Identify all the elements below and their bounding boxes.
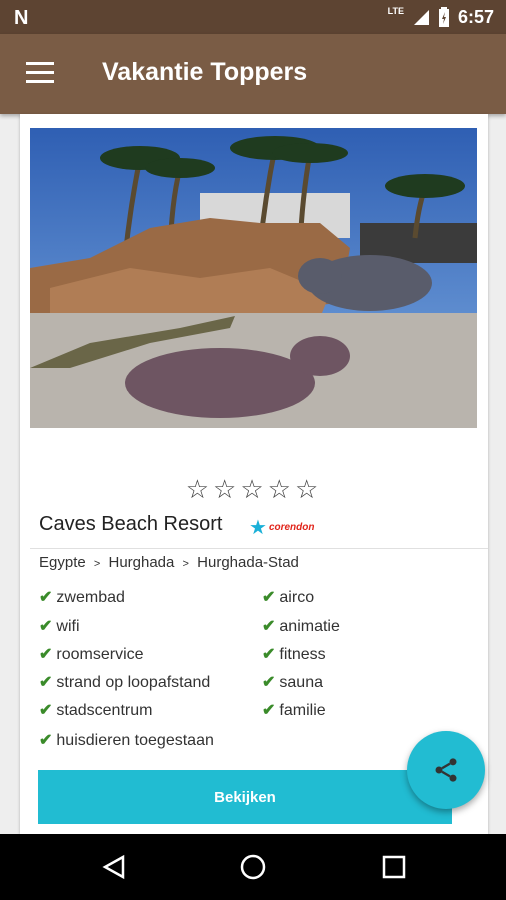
view-button[interactable]: Bekijken <box>38 770 452 824</box>
check-icon: ✔ <box>262 702 276 719</box>
feature-item: ✔ fitness <box>262 644 326 664</box>
brand-logo: ★ corendon <box>249 515 315 540</box>
feature-label: huisdieren toegestaan <box>56 732 214 749</box>
feature-label: sauna <box>279 674 323 691</box>
breadcrumb-city: Hurghada-Stad <box>197 554 299 571</box>
check-icon: ✔ <box>262 646 276 663</box>
brand-star-icon: ★ <box>249 517 267 539</box>
feature-item: ✔ familie <box>262 700 326 720</box>
divider <box>30 548 488 549</box>
feature-item: ✔ strand op loopafstand <box>39 672 210 692</box>
hotel-card: ☆☆☆☆☆ Caves Beach Resort ★ corendon Egyp… <box>20 114 488 834</box>
feature-item: ✔ airco <box>262 587 314 607</box>
hotel-photo[interactable] <box>30 128 477 428</box>
status-bar: N LTE 6:57 <box>0 0 506 34</box>
breadcrumb: Egypte > Hurghada > Hurghada-Stad <box>39 554 299 571</box>
feature-label: animatie <box>279 618 340 635</box>
status-icons: LTE 6:57 <box>388 0 494 34</box>
breadcrumb-region: Hurghada <box>108 554 175 571</box>
feature-item: ✔ huisdieren toegestaan <box>39 730 214 750</box>
feature-item: ✔ animatie <box>262 616 340 636</box>
feature-label: airco <box>279 589 315 606</box>
feature-label: stadscentrum <box>56 702 153 719</box>
check-icon: ✔ <box>39 589 53 606</box>
breadcrumb-separator: > <box>182 558 189 570</box>
hotel-name: Caves Beach Resort <box>39 513 223 535</box>
check-icon: ✔ <box>39 732 53 749</box>
home-icon[interactable] <box>240 854 266 880</box>
check-icon: ✔ <box>262 589 276 606</box>
feature-label: zwembad <box>56 589 125 606</box>
feature-label: strand op loopafstand <box>56 674 211 691</box>
feature-item: ✔ zwembad <box>39 587 125 607</box>
brand-name: corendon <box>268 522 315 533</box>
feature-item: ✔ stadscentrum <box>39 700 152 720</box>
check-icon: ✔ <box>39 702 53 719</box>
feature-label: roomservice <box>56 646 144 663</box>
lte-label: LTE <box>387 6 404 16</box>
feature-item: ✔ sauna <box>262 672 323 692</box>
rating-stars: ☆☆☆☆☆ <box>185 474 323 504</box>
feature-item: ✔ wifi <box>39 616 80 636</box>
feature-label: fitness <box>279 646 326 663</box>
share-button[interactable] <box>407 731 485 809</box>
recent-apps-icon[interactable] <box>382 855 406 879</box>
app-bar: Vakantie Toppers <box>0 34 506 114</box>
feature-label: wifi <box>56 618 80 635</box>
battery-icon <box>438 7 449 27</box>
notification-n-icon: N <box>14 7 29 29</box>
signal-icon <box>413 10 429 25</box>
check-icon: ✔ <box>262 618 276 635</box>
check-icon: ✔ <box>39 646 53 663</box>
share-icon <box>435 758 457 782</box>
breadcrumb-separator: > <box>93 558 101 570</box>
menu-icon[interactable] <box>26 62 54 86</box>
system-nav-bar <box>0 834 506 900</box>
feature-item: ✔ roomservice <box>39 644 144 664</box>
check-icon: ✔ <box>262 674 276 691</box>
app-title: Vakantie Toppers <box>102 58 308 86</box>
back-icon[interactable] <box>101 854 127 880</box>
feature-label: familie <box>279 702 326 719</box>
check-icon: ✔ <box>39 674 53 691</box>
clock: 6:57 <box>457 6 494 27</box>
breadcrumb-country: Egypte <box>39 554 86 571</box>
check-icon: ✔ <box>39 618 53 635</box>
